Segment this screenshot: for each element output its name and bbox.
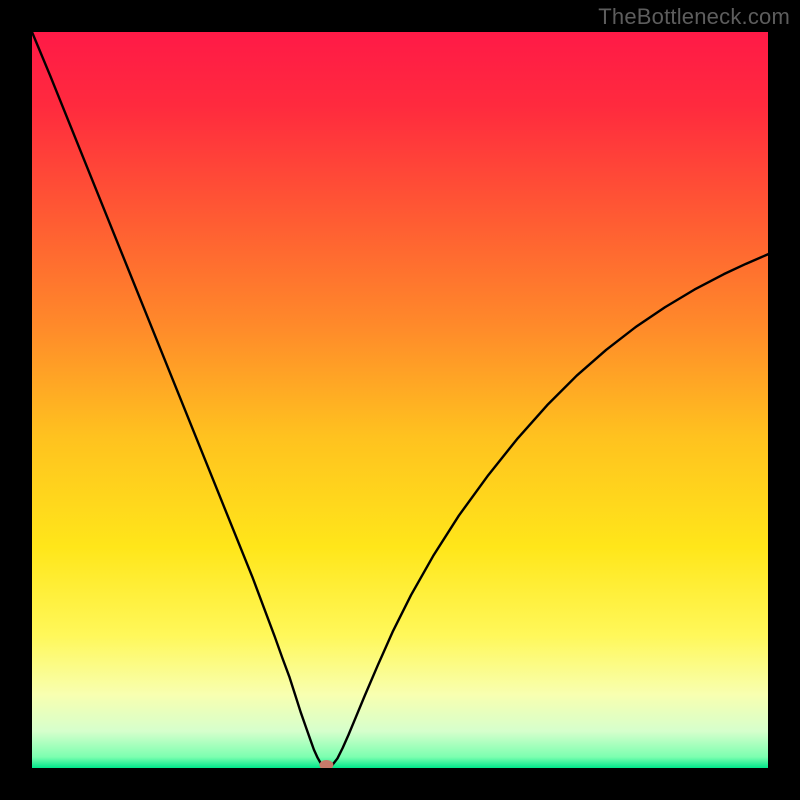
plot-area	[32, 32, 768, 768]
chart-svg	[32, 32, 768, 768]
watermark-text: TheBottleneck.com	[598, 4, 790, 30]
chart-frame: TheBottleneck.com	[0, 0, 800, 800]
gradient-background	[32, 32, 768, 768]
